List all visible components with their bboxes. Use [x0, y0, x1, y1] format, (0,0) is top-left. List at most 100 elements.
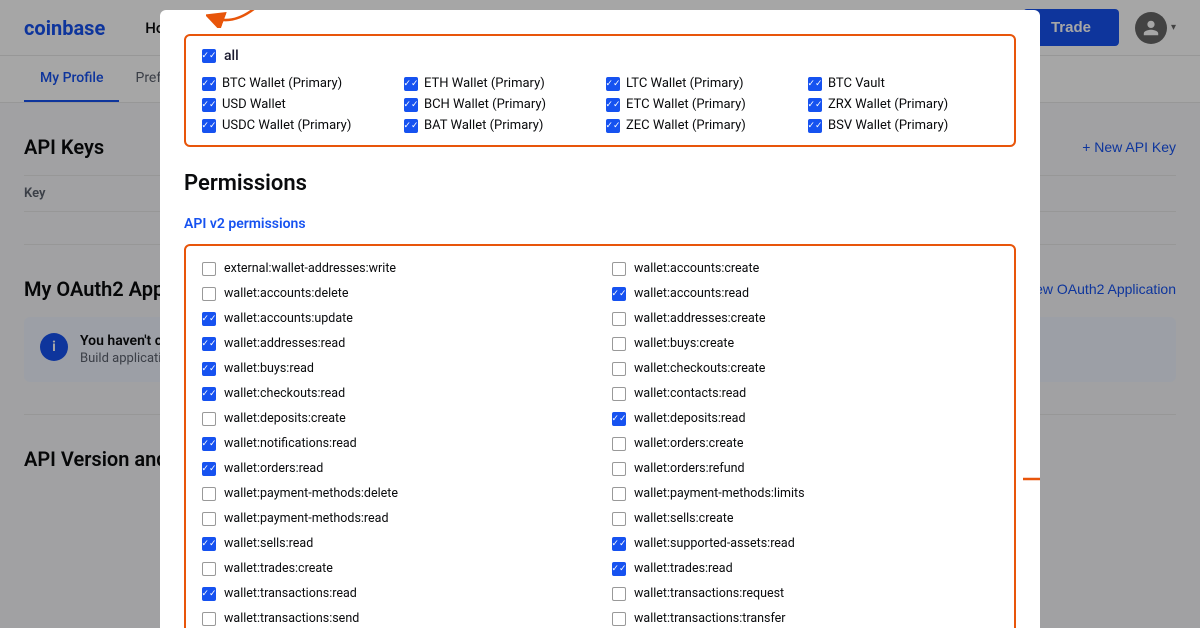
wallet-item[interactable]: ✓ZEC Wallet (Primary)	[606, 118, 796, 133]
perm-item-left[interactable]: wallet:payment-methods:read	[202, 508, 588, 529]
perm-label: wallet:deposits:read	[634, 411, 746, 426]
perm-checkbox[interactable]	[612, 312, 626, 326]
wallet-checkbox[interactable]: ✓	[808, 119, 822, 133]
wallet-item[interactable]: ✓BSV Wallet (Primary)	[808, 118, 998, 133]
wallet-item[interactable]: ✓ ETC Wallet (Primary)	[606, 97, 796, 112]
wallet-item[interactable]: ✓ USD Wallet	[202, 97, 392, 112]
wallet-checkbox[interactable]: ✓	[606, 77, 620, 91]
perm-item-left[interactable]: ✓ wallet:checkouts:read	[202, 383, 588, 404]
perm-checkbox[interactable]: ✓	[202, 337, 216, 351]
perm-item-left[interactable]: ✓wallet:sells:read	[202, 533, 588, 554]
wallet-item[interactable]: ✓BTC Wallet (Primary)	[202, 76, 392, 91]
wallet-checkbox[interactable]: ✓	[606, 98, 620, 112]
modal-overlay[interactable]: ✓ all ✓BTC Wallet (Primary) ✓ETH Wallet (…	[0, 0, 1200, 628]
perm-label: wallet:orders:refund	[634, 461, 745, 476]
perm-item-left[interactable]: ✓wallet:accounts:update	[202, 308, 588, 329]
perm-checkbox[interactable]: ✓	[202, 387, 216, 401]
perm-item-right[interactable]: ✓wallet:trades:read	[612, 558, 998, 579]
wallet-checkbox[interactable]: ✓	[404, 77, 418, 91]
perm-item-left[interactable]: ✓wallet:buys:read	[202, 358, 588, 379]
wallet-checkbox[interactable]: ✓	[202, 98, 216, 112]
wallet-checkbox[interactable]: ✓	[404, 119, 418, 133]
wallet-checkbox[interactable]: ✓	[606, 119, 620, 133]
perm-item-right[interactable]: ✓ wallet:deposits:read	[612, 408, 998, 429]
perm-checkbox[interactable]	[612, 512, 626, 526]
perm-checkbox[interactable]	[612, 462, 626, 476]
wallet-item[interactable]: ✓BTC Vault	[808, 76, 998, 91]
perm-item-right[interactable]: wallet:checkouts:create	[612, 358, 998, 379]
perm-item-left[interactable]: wallet:trades:create	[202, 558, 588, 579]
perm-item-right[interactable]: ✓wallet:accounts:read	[612, 283, 998, 304]
wallet-filter-box: ✓ all ✓BTC Wallet (Primary) ✓ETH Wallet (…	[184, 34, 1016, 147]
perm-checkbox[interactable]: ✓	[612, 287, 626, 301]
perm-checkbox[interactable]	[202, 562, 216, 576]
perm-checkbox[interactable]	[612, 587, 626, 601]
wallet-checkbox[interactable]: ✓	[202, 77, 216, 91]
wallet-item[interactable]: ✓ETH Wallet (Primary)	[404, 76, 594, 91]
perm-item-right[interactable]: wallet:transactions:request	[612, 583, 998, 604]
perm-item-right[interactable]: wallet:sells:create	[612, 508, 998, 529]
wallet-item[interactable]: ✓ZRX Wallet (Primary)	[808, 97, 998, 112]
perm-checkbox[interactable]	[612, 437, 626, 451]
perm-checkbox[interactable]: ✓	[202, 362, 216, 376]
perm-item-left[interactable]: external:wallet-addresses:write	[202, 258, 588, 279]
perm-checkbox[interactable]	[612, 337, 626, 351]
all-checkbox[interactable]: ✓	[202, 49, 216, 63]
perm-checkbox[interactable]	[202, 287, 216, 301]
perm-item-left[interactable]: wallet:transactions:send	[202, 608, 588, 628]
wallet-item[interactable]: ✓USDC Wallet (Primary)	[202, 118, 392, 133]
perm-item-left[interactable]: wallet:deposits:create	[202, 408, 588, 429]
perm-label: wallet:checkouts:read	[224, 386, 345, 401]
perm-label: wallet:payment-methods:read	[224, 511, 389, 526]
perm-item-right[interactable]: wallet:contacts:read	[612, 383, 998, 404]
perm-item-left[interactable]: ✓ wallet:notifications:read	[202, 433, 588, 454]
perm-item-right[interactable]: wallet:orders:refund	[612, 458, 998, 479]
perm-checkbox[interactable]	[202, 412, 216, 426]
wallet-checkbox[interactable]: ✓	[202, 119, 216, 133]
perm-item-right[interactable]: wallet:transactions:transfer	[612, 608, 998, 628]
perm-item-left[interactable]: ✓wallet:orders:read	[202, 458, 588, 479]
perm-label: wallet:notifications:read	[224, 436, 357, 451]
wallet-checkbox[interactable]: ✓	[808, 77, 822, 91]
perm-label: wallet:accounts:create	[634, 261, 759, 276]
perm-item-right[interactable]: ✓ wallet:supported-assets:read	[612, 533, 998, 554]
perm-checkbox[interactable]: ✓	[202, 462, 216, 476]
all-checkbox-row[interactable]: ✓ all	[202, 48, 998, 64]
perm-item-right[interactable]: wallet:accounts:create	[612, 258, 998, 279]
wallet-item[interactable]: ✓LTC Wallet (Primary)	[606, 76, 796, 91]
perm-item-left[interactable]: wallet:accounts:delete	[202, 283, 588, 304]
wallet-checkbox[interactable]: ✓	[404, 98, 418, 112]
perm-item-right[interactable]: wallet:orders:create	[612, 433, 998, 454]
perm-checkbox[interactable]	[612, 262, 626, 276]
perm-checkbox[interactable]	[612, 362, 626, 376]
perm-label: wallet:supported-assets:read	[634, 536, 795, 551]
perm-checkbox[interactable]	[612, 612, 626, 626]
perm-checkbox[interactable]	[202, 512, 216, 526]
perm-checkbox[interactable]: ✓	[612, 562, 626, 576]
wallet-item[interactable]: ✓ BCH Wallet (Primary)	[404, 97, 594, 112]
perm-checkbox[interactable]: ✓	[612, 412, 626, 426]
wallet-checkbox[interactable]: ✓	[808, 98, 822, 112]
perm-label: wallet:checkouts:create	[634, 361, 765, 376]
perm-checkbox[interactable]	[202, 612, 216, 626]
wallet-label: BCH Wallet (Primary)	[424, 97, 546, 112]
perm-checkbox[interactable]: ✓	[202, 437, 216, 451]
perm-checkbox[interactable]	[612, 387, 626, 401]
perm-checkbox[interactable]	[612, 487, 626, 501]
wallet-item[interactable]: ✓BAT Wallet (Primary)	[404, 118, 594, 133]
perm-item-left[interactable]: wallet:payment-methods:delete	[202, 483, 588, 504]
perm-item-left[interactable]: ✓wallet:addresses:read	[202, 333, 588, 354]
perms-box: external:wallet-addresses:write wallet:ac…	[184, 244, 1016, 628]
perm-item-right[interactable]: wallet:buys:create	[612, 333, 998, 354]
perm-item-left[interactable]: ✓wallet:transactions:read	[202, 583, 588, 604]
perm-checkbox[interactable]: ✓	[202, 537, 216, 551]
perm-item-right[interactable]: wallet:payment-methods:limits	[612, 483, 998, 504]
wallet-label: ETC Wallet (Primary)	[626, 97, 746, 112]
perm-item-right[interactable]: wallet:addresses:create	[612, 308, 998, 329]
wallet-label: USD Wallet	[222, 97, 286, 112]
perm-checkbox[interactable]: ✓	[202, 312, 216, 326]
perm-checkbox[interactable]: ✓	[202, 587, 216, 601]
perm-checkbox[interactable]	[202, 487, 216, 501]
perm-checkbox[interactable]	[202, 262, 216, 276]
perm-checkbox[interactable]: ✓	[612, 537, 626, 551]
